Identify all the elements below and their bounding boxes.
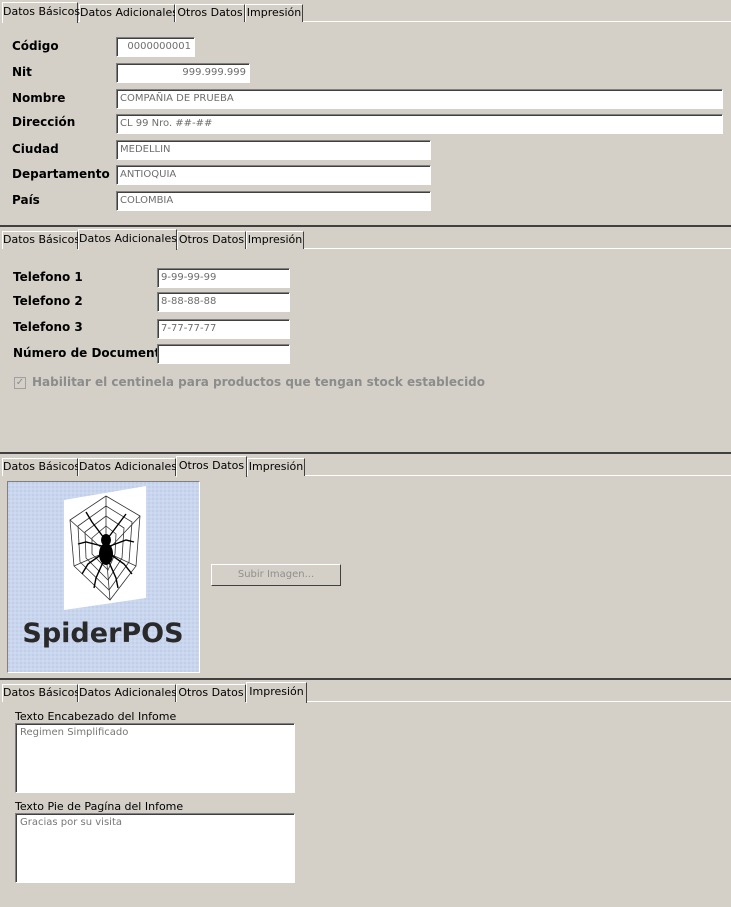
encabezado-label: Texto Encabezado del Infome bbox=[15, 710, 177, 723]
pais-field[interactable]: COLOMBIA bbox=[116, 191, 431, 211]
pais-label: País bbox=[12, 193, 40, 207]
tab-datos-adicionales[interactable]: Datos Adicionales bbox=[78, 458, 177, 476]
tab-otros-datos[interactable]: Otros Datos bbox=[177, 231, 246, 249]
tab-otros-datos[interactable]: Otros Datos bbox=[175, 4, 245, 22]
telefono2-label: Telefono 2 bbox=[13, 294, 83, 308]
numero-documento-field[interactable] bbox=[157, 344, 290, 364]
panel-datos-adicionales: Datos Básicos Datos Adicionales Otros Da… bbox=[0, 225, 731, 452]
telefono1-field[interactable]: 9-99-99-99 bbox=[157, 268, 290, 288]
telefono1-label: Telefono 1 bbox=[13, 270, 83, 284]
panel-impresion: Datos Básicos Datos Adicionales Otros Da… bbox=[0, 678, 731, 907]
ciudad-label: Ciudad bbox=[12, 142, 59, 156]
spider-logo-graphic: SpiderPOS bbox=[8, 482, 199, 672]
tab-impresion[interactable]: Impresión bbox=[246, 231, 304, 249]
nit-field[interactable]: 999.999.999 bbox=[116, 63, 250, 83]
tab-strip: Datos Básicos Datos Adicionales Otros Da… bbox=[2, 2, 731, 23]
tab-datos-adicionales[interactable]: Datos Adicionales bbox=[78, 684, 177, 702]
nombre-label: Nombre bbox=[12, 91, 66, 105]
tab-strip: Datos Básicos Datos Adicionales Otros Da… bbox=[2, 229, 731, 250]
pie-pagina-label: Texto Pie de Pagína del Infome bbox=[15, 800, 184, 813]
centinela-label: Habilitar el centinela para productos qu… bbox=[32, 375, 486, 389]
ciudad-field[interactable]: MEDELLIN bbox=[116, 140, 431, 160]
codigo-label: Código bbox=[12, 39, 59, 53]
direccion-field[interactable]: CL 99 Nro. ##-## bbox=[116, 114, 723, 134]
telefono2-field[interactable]: 8-88-88-88 bbox=[157, 292, 290, 312]
tab-datos-basicos[interactable]: Datos Básicos bbox=[2, 231, 80, 249]
nombre-field[interactable]: COMPAÑIA DE PRUEBA bbox=[116, 89, 723, 109]
tab-datos-basicos[interactable]: Datos Básicos bbox=[2, 458, 80, 476]
tab-strip: Datos Básicos Datos Adicionales Otros Da… bbox=[2, 682, 731, 703]
codigo-field[interactable]: 0000000001 bbox=[116, 37, 195, 57]
nit-label: Nit bbox=[12, 65, 32, 79]
subir-imagen-button[interactable]: Subir Imagen... bbox=[211, 564, 341, 586]
tab-datos-adicionales[interactable]: Datos Adicionales bbox=[78, 229, 177, 250]
tab-datos-adicionales[interactable]: Datos Adicionales bbox=[79, 4, 178, 22]
tab-impresion[interactable]: Impresión bbox=[245, 4, 303, 22]
logo-text: SpiderPOS bbox=[22, 618, 183, 649]
tab-datos-basicos[interactable]: Datos Básicos bbox=[2, 684, 80, 702]
tab-impresion[interactable]: Impresión bbox=[246, 682, 307, 703]
departamento-label: Departamento bbox=[12, 167, 110, 181]
tab-otros-datos[interactable]: Otros Datos bbox=[176, 684, 246, 702]
tab-datos-basicos[interactable]: Datos Básicos bbox=[2, 2, 80, 23]
tab-otros-datos[interactable]: Otros Datos bbox=[176, 456, 247, 477]
panel-datos-basicos: Datos Básicos Datos Adicionales Otros Da… bbox=[0, 0, 731, 225]
telefono3-label: Telefono 3 bbox=[13, 320, 83, 334]
tab-impresion[interactable]: Impresión bbox=[247, 458, 305, 476]
tab-strip: Datos Básicos Datos Adicionales Otros Da… bbox=[2, 456, 731, 477]
departamento-field[interactable]: ANTIOQUIA bbox=[116, 165, 431, 185]
panel-otros-datos: Datos Básicos Datos Adicionales Otros Da… bbox=[0, 452, 731, 678]
encabezado-textarea[interactable]: Regimen Simplificado bbox=[15, 723, 295, 793]
numero-documento-label: Número de Documento bbox=[13, 346, 169, 360]
pie-pagina-textarea[interactable]: Gracias por su visita bbox=[15, 813, 295, 883]
company-logo-image: SpiderPOS bbox=[7, 481, 200, 673]
centinela-checkbox[interactable]: ✓ bbox=[14, 377, 26, 389]
direccion-label: Dirección bbox=[12, 115, 76, 129]
telefono3-field[interactable]: 7-77-77-77 bbox=[157, 319, 290, 339]
